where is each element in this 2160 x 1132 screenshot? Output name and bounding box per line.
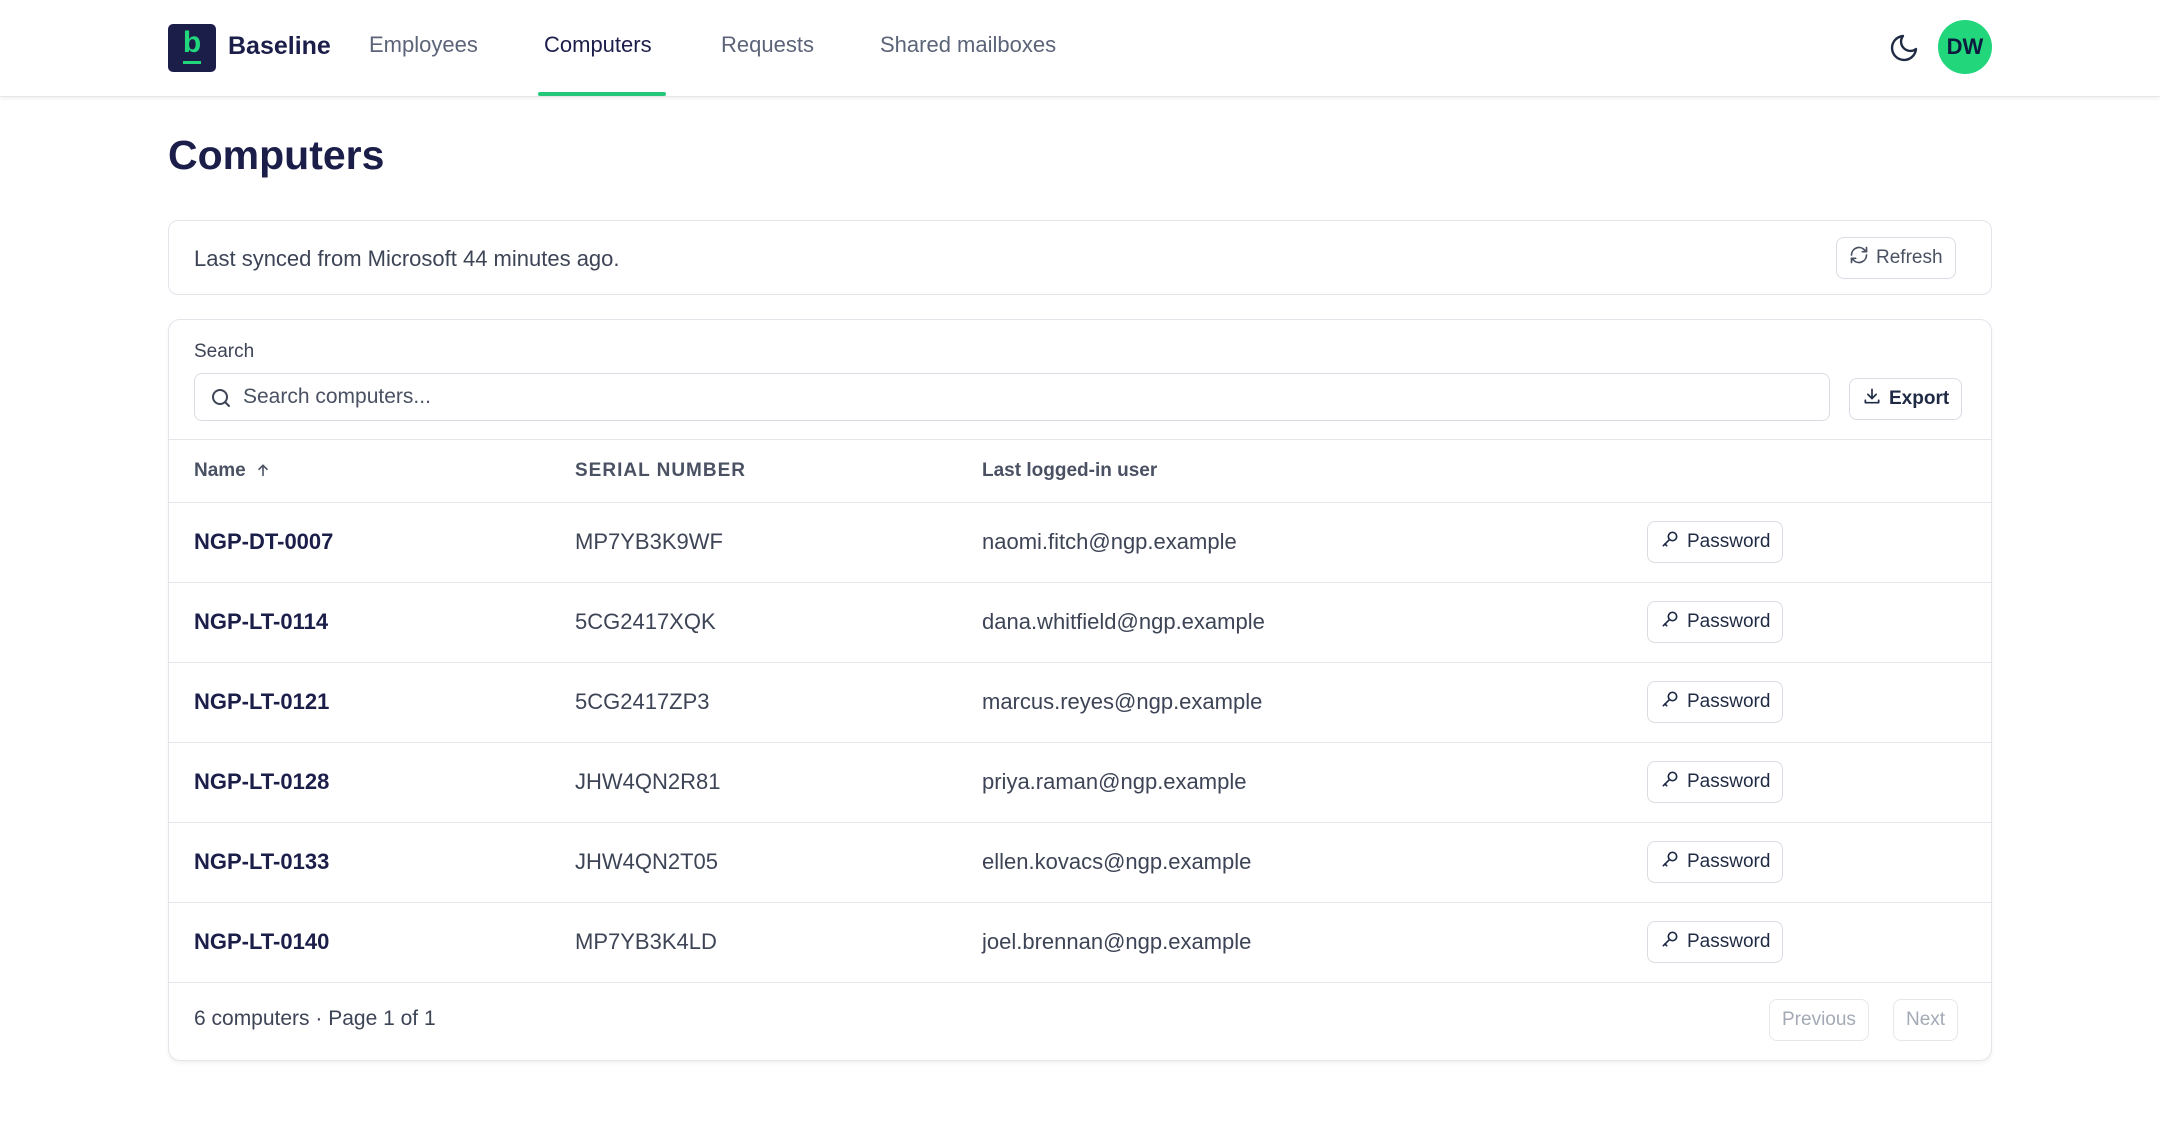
password-button[interactable]: Password xyxy=(1647,681,1784,723)
last-logged-in-user: naomi.fitch@ngp.example xyxy=(982,529,1237,554)
serial-number: MP7YB3K4LD xyxy=(575,929,717,954)
password-button[interactable]: Password xyxy=(1647,921,1784,963)
sort-ascending-icon xyxy=(255,462,271,484)
computer-name[interactable]: NGP-LT-0114 xyxy=(194,609,328,635)
export-button[interactable]: Export xyxy=(1849,378,1963,420)
table-row[interactable]: NGP-LT-0140 MP7YB3K4LD joel.brennan@ngp.… xyxy=(169,903,1991,983)
password-button[interactable]: Password xyxy=(1647,601,1784,643)
password-label: Password xyxy=(1687,611,1771,632)
table-row[interactable]: NGP-DT-0007 MP7YB3K9WF naomi.fitch@ngp.e… xyxy=(169,503,1991,583)
password-label: Password xyxy=(1687,691,1771,712)
key-icon xyxy=(1660,929,1680,955)
nav-item-computers[interactable]: Computers xyxy=(544,32,652,58)
next-page-button[interactable]: Next xyxy=(1893,999,1959,1041)
table-header: Name SERIAL NUMBER Last logged-in user xyxy=(169,439,1991,503)
export-label: Export xyxy=(1889,388,1950,409)
computers-table-card: Search Export Name SERIAL NUMBER Last lo… xyxy=(168,319,1992,1061)
table-row[interactable]: NGP-LT-0114 5CG2417XQK dana.whitfield@ng… xyxy=(169,583,1991,663)
user-avatar[interactable]: DW xyxy=(1938,20,1992,74)
serial-number: JHW4QN2T05 xyxy=(575,849,719,874)
table-row[interactable]: NGP-LT-0133 JHW4QN2T05 ellen.kovacs@ngp.… xyxy=(169,823,1991,903)
computer-name[interactable]: NGP-LT-0128 xyxy=(194,769,329,795)
column-header-name-label: Name xyxy=(194,460,246,481)
search-label: Search xyxy=(194,341,255,362)
last-logged-in-user: joel.brennan@ngp.example xyxy=(982,929,1252,954)
last-logged-in-user: ellen.kovacs@ngp.example xyxy=(982,849,1252,874)
serial-number: 5CG2417XQK xyxy=(575,609,716,634)
computer-name[interactable]: NGP-DT-0007 xyxy=(194,529,333,555)
computer-name[interactable]: NGP-LT-0133 xyxy=(194,849,329,875)
pagination-summary: 6 computers · Page 1 of 1 xyxy=(194,1007,436,1030)
column-header-serial-number[interactable]: SERIAL NUMBER xyxy=(575,460,746,482)
password-button[interactable]: Password xyxy=(1647,761,1784,803)
column-header-last-user[interactable]: Last logged-in user xyxy=(982,460,1157,482)
serial-number: 5CG2417ZP3 xyxy=(575,689,710,714)
previous-page-button[interactable]: Previous xyxy=(1769,999,1869,1041)
column-header-name[interactable]: Name xyxy=(194,460,271,484)
nav-item-shared-mailboxes[interactable]: Shared mailboxes xyxy=(880,32,1056,58)
sync-status-text: Last synced from Microsoft 44 minutes ag… xyxy=(194,246,620,271)
last-logged-in-user: marcus.reyes@ngp.example xyxy=(982,689,1263,714)
table-row[interactable]: NGP-LT-0128 JHW4QN2R81 priya.raman@ngp.e… xyxy=(169,743,1991,823)
key-icon xyxy=(1660,689,1680,715)
last-logged-in-user: dana.whitfield@ngp.example xyxy=(982,609,1265,634)
table-row[interactable]: NGP-LT-0121 5CG2417ZP3 marcus.reyes@ngp.… xyxy=(169,663,1991,743)
key-icon xyxy=(1660,609,1680,635)
logo-underline xyxy=(183,61,201,64)
password-label: Password xyxy=(1687,931,1771,952)
last-logged-in-user: priya.raman@ngp.example xyxy=(982,769,1247,794)
brand-name[interactable]: Baseline xyxy=(228,32,331,61)
refresh-button[interactable]: Refresh xyxy=(1836,237,1956,279)
refresh-icon xyxy=(1849,245,1869,271)
computer-name[interactable]: NGP-LT-0121 xyxy=(194,689,329,715)
key-icon xyxy=(1660,849,1680,875)
password-button[interactable]: Password xyxy=(1647,841,1784,883)
password-label: Password xyxy=(1687,851,1771,872)
password-label: Password xyxy=(1687,531,1771,552)
sync-status-card: Last synced from Microsoft 44 minutes ag… xyxy=(168,220,1992,295)
active-tab-indicator xyxy=(538,92,666,96)
dark-mode-toggle-moon-icon[interactable] xyxy=(1888,32,1920,64)
search-input[interactable] xyxy=(243,380,1803,414)
serial-number: JHW4QN2R81 xyxy=(575,769,721,794)
download-icon xyxy=(1862,386,1882,412)
computer-name[interactable]: NGP-LT-0140 xyxy=(194,929,329,955)
page-title: Computers xyxy=(168,132,385,178)
nav-item-employees[interactable]: Employees xyxy=(369,32,478,58)
top-navigation-bar: b Baseline Employees Computers Requests … xyxy=(0,0,2160,97)
search-box[interactable] xyxy=(194,373,1830,421)
serial-number: MP7YB3K9WF xyxy=(575,529,723,554)
search-icon xyxy=(209,386,233,410)
baseline-logo-icon[interactable]: b xyxy=(168,24,216,72)
key-icon xyxy=(1660,529,1680,555)
password-label: Password xyxy=(1687,771,1771,792)
nav-item-requests[interactable]: Requests xyxy=(721,32,814,58)
key-icon xyxy=(1660,769,1680,795)
password-button[interactable]: Password xyxy=(1647,521,1784,563)
refresh-label: Refresh xyxy=(1876,247,1943,268)
logo-letter: b xyxy=(182,26,202,59)
